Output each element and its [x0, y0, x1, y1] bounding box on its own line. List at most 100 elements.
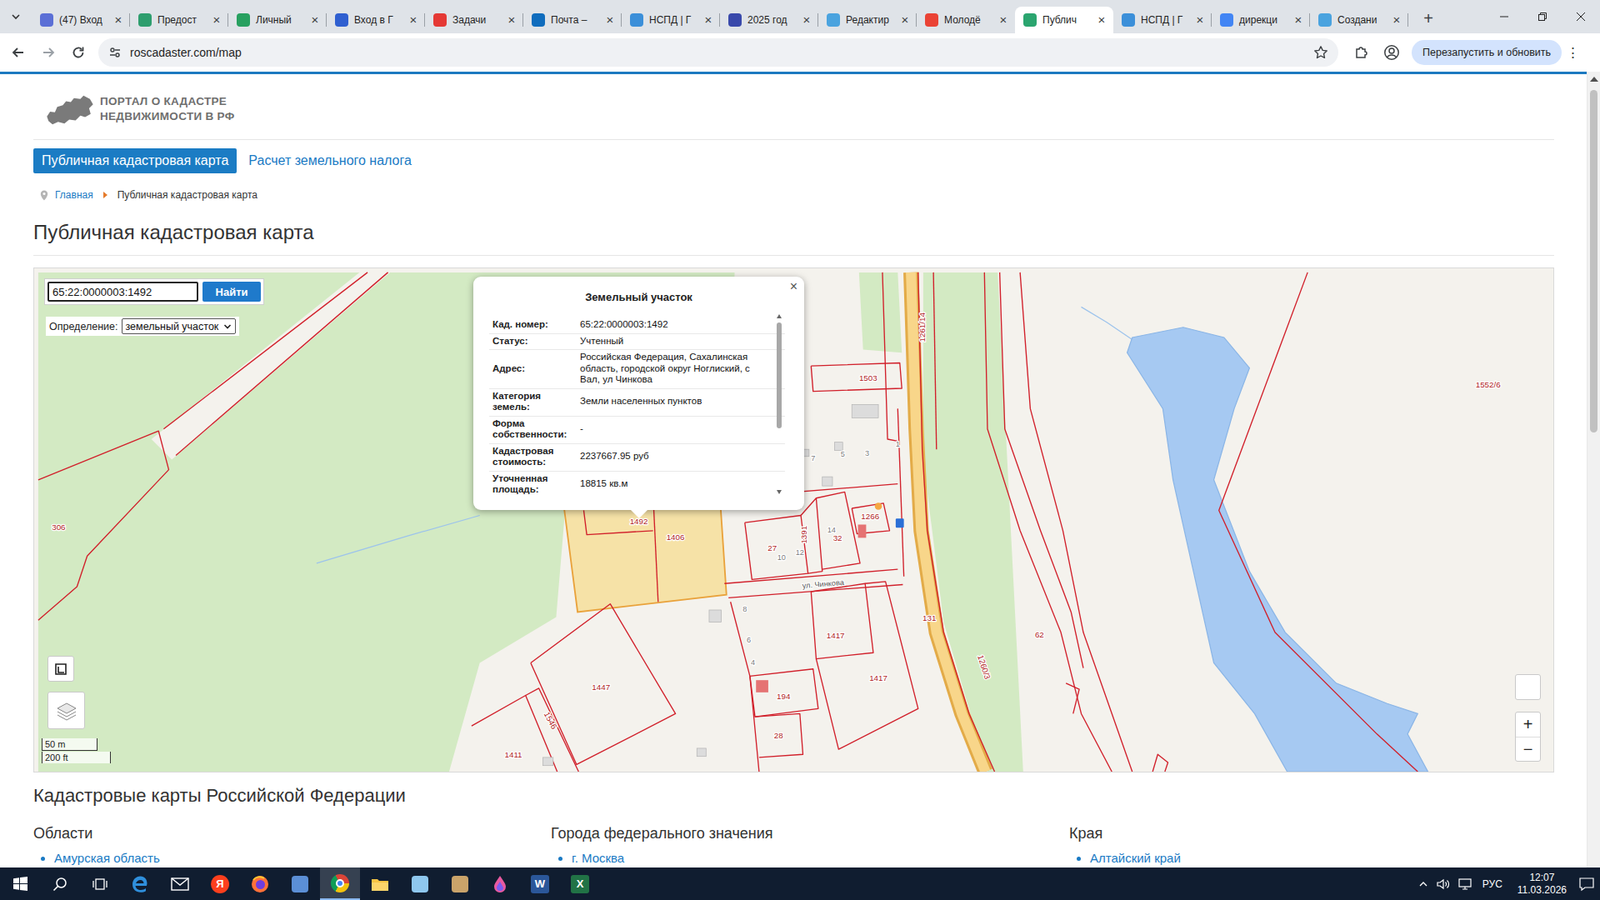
tab-close-button[interactable]: ×	[111, 13, 125, 27]
nav-item[interactable]: Публичная кадастровая карта	[33, 148, 237, 174]
browser-tab[interactable]: Предост×	[130, 6, 229, 34]
poi-marker-icon[interactable]	[875, 502, 883, 510]
taskbar-item[interactable]: X	[560, 867, 600, 900]
star-icon[interactable]	[1313, 45, 1329, 60]
speaker-icon[interactable]	[1435, 877, 1451, 891]
taskbar-item[interactable]	[160, 867, 200, 900]
parcel-number[interactable]: 1266	[860, 511, 880, 521]
close-window-button[interactable]	[1561, 0, 1600, 34]
reload-button[interactable]	[63, 37, 94, 68]
parcel-number[interactable]: 1391	[799, 525, 809, 545]
site-logo[interactable]: ПОРТАЛ О КАДАСТРЕНЕДВИЖИМОСТИ В РФ	[100, 92, 235, 125]
page-scrollbar[interactable]	[1586, 71, 1600, 868]
taskbar-item[interactable]	[0, 867, 40, 900]
catalog-link[interactable]: Амурская область	[54, 850, 551, 866]
browser-tab[interactable]: Личный×	[228, 6, 327, 34]
zoom-in-button[interactable]: +	[1515, 712, 1540, 737]
parcel-number[interactable]: 27	[767, 543, 777, 553]
browser-tab[interactable]: Публич×	[1015, 6, 1114, 34]
browser-tab[interactable]: НСПД | Г×	[1113, 6, 1212, 34]
locate-button[interactable]	[1515, 674, 1541, 700]
tab-close-button[interactable]: ×	[1095, 13, 1109, 27]
mode-select[interactable]: земельный участок	[121, 318, 237, 335]
taskbar-item[interactable]: Я	[200, 867, 240, 900]
taskbar-item[interactable]	[320, 867, 360, 900]
taskbar-item[interactable]	[40, 867, 80, 900]
network-icon[interactable]	[1457, 877, 1473, 891]
nav-item[interactable]: Расчет земельного налога	[248, 148, 412, 174]
restore-button[interactable]	[1523, 0, 1562, 34]
cadastral-search-input[interactable]	[47, 281, 199, 302]
taskbar-item[interactable]	[240, 867, 280, 900]
browser-tab[interactable]: Вход в Г×	[326, 6, 425, 34]
back-button[interactable]	[3, 37, 34, 68]
parcel-number[interactable]: 1447	[591, 682, 610, 692]
search-button[interactable]: Найти	[202, 281, 261, 302]
notification-icon[interactable]	[1578, 876, 1595, 892]
taskbar-item[interactable]: W	[520, 867, 560, 900]
parcel-number[interactable]: 1417	[869, 673, 888, 683]
parcel-number[interactable]: 1411	[505, 750, 523, 760]
catalog-link[interactable]: г. Москва	[571, 850, 1070, 866]
profile-button[interactable]	[1376, 37, 1407, 68]
taskbar-item[interactable]	[80, 867, 120, 900]
parcel-number[interactable]: 1260/3	[975, 654, 993, 681]
fullscreen-button[interactable]	[47, 655, 75, 682]
tab-close-button[interactable]: ×	[210, 13, 224, 27]
address-bar[interactable]: roscadaster.com/map	[98, 38, 1339, 67]
parcel-number[interactable]: 62	[1035, 630, 1045, 640]
browser-tab[interactable]: Создани×	[1310, 6, 1409, 34]
parcel-number[interactable]: 1417	[826, 630, 845, 640]
browser-tab[interactable]: (47) Вход×	[31, 6, 130, 34]
parcel-number[interactable]: 1503	[859, 373, 878, 383]
tab-close-button[interactable]: ×	[898, 13, 912, 27]
parcel-number[interactable]: 1552/6	[1475, 380, 1501, 390]
tab-close-button[interactable]: ×	[1390, 13, 1404, 27]
chevron-up-icon[interactable]	[1417, 878, 1430, 890]
browser-tab[interactable]: 2025 год×	[720, 6, 819, 34]
zoom-out-button[interactable]: −	[1515, 736, 1540, 761]
browser-tab[interactable]: Молодё×	[916, 6, 1015, 34]
tab-close-button[interactable]: ×	[800, 13, 814, 27]
tab-close-button[interactable]: ×	[505, 13, 519, 27]
tab-close-button[interactable]: ×	[996, 13, 1010, 27]
new-tab-button[interactable]: +	[1413, 5, 1444, 32]
taskbar-item[interactable]	[120, 867, 160, 900]
forward-button[interactable]	[33, 37, 64, 68]
browser-menu-button[interactable]: ⋮	[1563, 44, 1582, 62]
tab-close-button[interactable]: ×	[603, 13, 617, 27]
taskbar-item[interactable]	[440, 867, 480, 900]
browser-tab[interactable]: НСПД | Г×	[621, 6, 720, 34]
browser-tab[interactable]: Задачи×	[425, 6, 524, 34]
minimize-button[interactable]	[1485, 0, 1524, 34]
restart-update-button[interactable]: Перезапустить и обновить	[1411, 40, 1562, 65]
extensions-button[interactable]	[1346, 37, 1377, 68]
browser-tab[interactable]: Почта –×	[523, 6, 622, 34]
parcel-number[interactable]: 1261/14	[917, 312, 927, 343]
browser-tab[interactable]: Редактир×	[818, 6, 917, 34]
clock[interactable]: 12:0711.03.2026	[1512, 871, 1572, 897]
parcel-number[interactable]: 1492	[630, 517, 649, 527]
taskbar-item[interactable]	[400, 867, 440, 900]
tab-close-button[interactable]: ×	[308, 13, 322, 27]
parcel-number[interactable]: 131	[922, 613, 936, 623]
taskbar-item[interactable]	[480, 867, 520, 900]
tab-close-button[interactable]: ×	[1291, 13, 1305, 27]
taskbar-item[interactable]	[280, 867, 320, 900]
parcel-number[interactable]: 1546	[542, 710, 560, 730]
tab-close-button[interactable]: ×	[406, 13, 420, 27]
tab-close-button[interactable]: ×	[1193, 13, 1207, 27]
parcel-number[interactable]: 32	[833, 533, 843, 543]
input-language[interactable]: РУС	[1479, 878, 1506, 890]
parcel-number[interactable]: 194	[776, 691, 791, 701]
parcel-number[interactable]: 28	[774, 730, 784, 740]
browser-tab[interactable]: дирекци×	[1211, 6, 1310, 34]
cadastral-map[interactable]: 1552/6 306 1503 1261/14 1492 1406 27 1391 32 1266…	[33, 267, 1555, 773]
layers-button[interactable]	[47, 691, 85, 730]
parcel-number[interactable]: 306	[51, 522, 65, 532]
tab-close-button[interactable]: ×	[701, 13, 715, 27]
catalog-link[interactable]: Алтайский край	[1090, 850, 1555, 866]
bus-stop-icon[interactable]	[895, 518, 905, 528]
parcel-number[interactable]: 1406	[666, 532, 685, 542]
tab-search-button[interactable]	[0, 0, 32, 34]
